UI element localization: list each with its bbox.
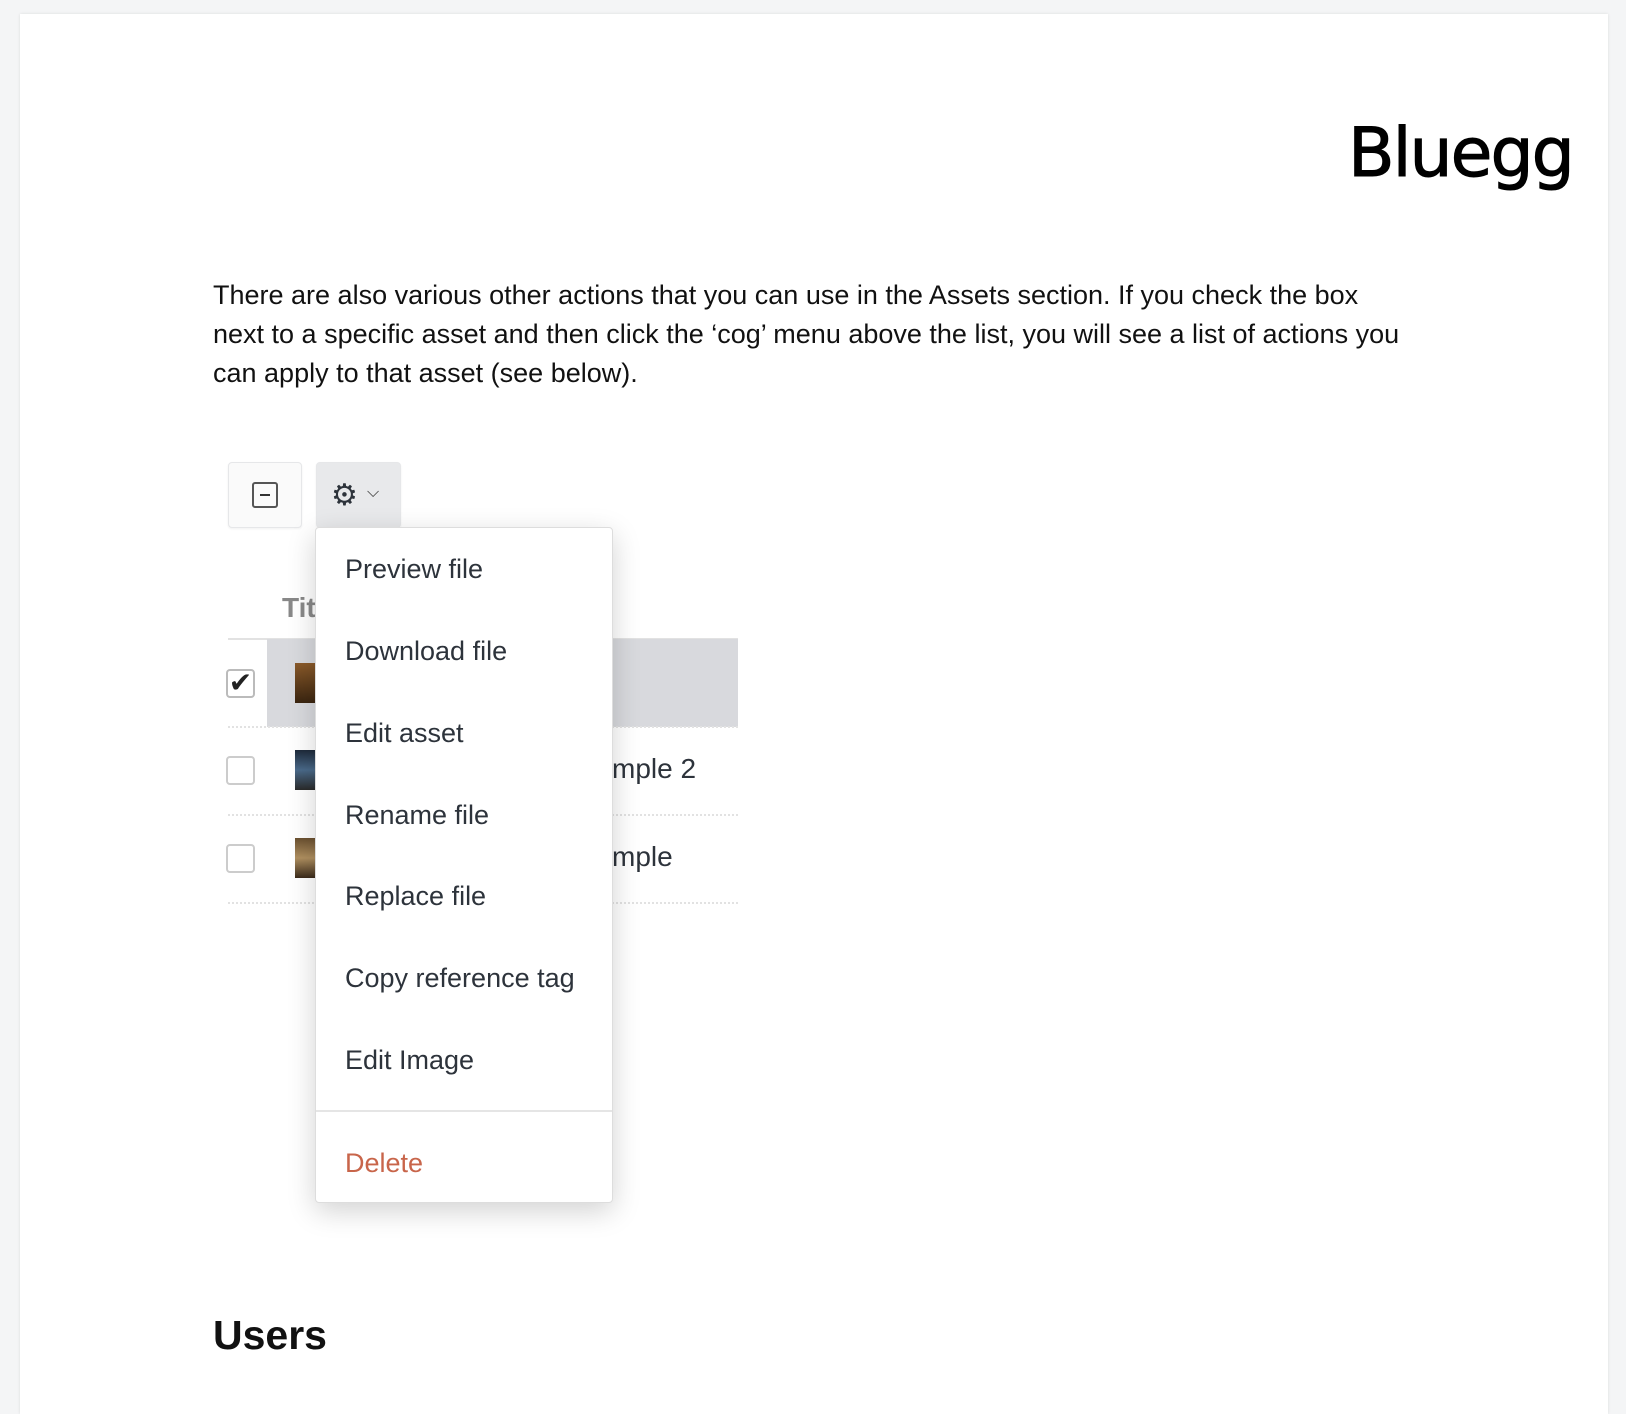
- section-heading-users: Users: [213, 1312, 327, 1358]
- select-all-button[interactable]: [228, 462, 302, 528]
- intro-paragraph: There are also various other actions tha…: [213, 280, 1400, 388]
- menu-item-edit-image[interactable]: Edit Image: [345, 1045, 474, 1076]
- asset-thumbnail: [295, 838, 317, 878]
- bluegg-logo: Bluegg: [1348, 114, 1576, 194]
- cog-menu-button[interactable]: ⚙ ⌵: [316, 462, 401, 528]
- table-row-title[interactable]: mple: [612, 841, 673, 873]
- menu-item-rename-file[interactable]: Rename file: [345, 800, 489, 831]
- table-row-title[interactable]: mple 2: [612, 753, 696, 785]
- menu-item-download-file[interactable]: Download file: [345, 636, 507, 667]
- cog-dropdown-menu: Preview file Download file Edit asset Re…: [315, 527, 613, 1203]
- menu-item-copy-reference-tag[interactable]: Copy reference tag: [345, 963, 575, 994]
- asset-thumbnail: [295, 663, 317, 703]
- row-checkbox[interactable]: ✔: [226, 669, 255, 698]
- cog-icon: ⚙: [331, 479, 358, 512]
- menu-item-delete[interactable]: Delete: [345, 1148, 423, 1179]
- document-page: Bluegg: [20, 14, 1608, 1414]
- minus-checkbox-icon: [252, 482, 278, 508]
- column-header-title[interactable]: Tit: [282, 592, 316, 624]
- menu-divider: [316, 1110, 612, 1112]
- asset-thumbnail: [295, 750, 317, 790]
- row-checkbox[interactable]: [226, 756, 255, 785]
- menu-item-preview-file[interactable]: Preview file: [345, 554, 483, 585]
- menu-item-edit-asset[interactable]: Edit asset: [345, 718, 464, 749]
- row-checkbox[interactable]: [226, 844, 255, 873]
- menu-item-replace-file[interactable]: Replace file: [345, 881, 486, 912]
- chevron-down-icon: ⌵: [367, 484, 380, 501]
